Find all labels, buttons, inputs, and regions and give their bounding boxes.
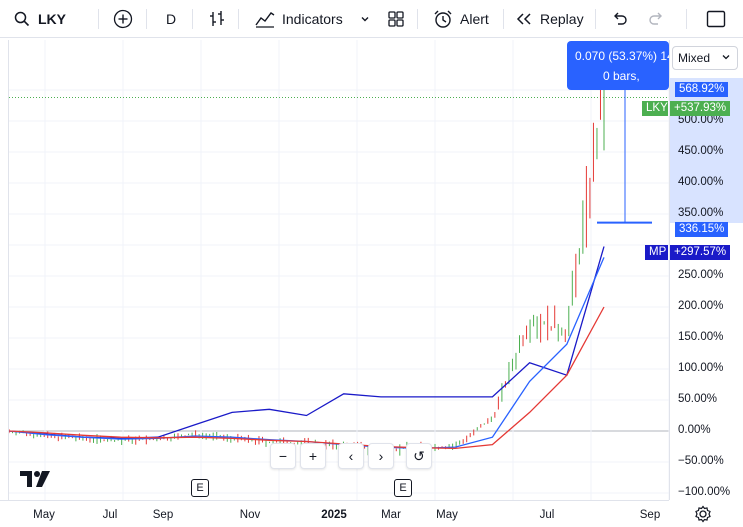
scale-mode-label: Mixed <box>678 51 711 65</box>
scroll-right-button[interactable]: › <box>368 443 394 469</box>
redo-button[interactable] <box>648 0 666 38</box>
bar-style-button[interactable] <box>207 0 227 38</box>
divider <box>98 9 99 29</box>
replay-label: Replay <box>540 11 584 27</box>
fullscreen-button[interactable] <box>706 0 726 38</box>
price-tick-label: 250.00% <box>678 269 724 281</box>
search-icon <box>14 11 30 27</box>
mp-symbol-tag: MP <box>645 245 668 260</box>
templates-button[interactable] <box>387 0 405 38</box>
time-tick-label: Jul <box>539 509 555 521</box>
chart-navigation: − + ‹ › ↺ <box>270 443 432 469</box>
scroll-left-button[interactable]: ‹ <box>338 443 364 469</box>
high-price-tag: 568.92% <box>675 82 729 97</box>
price-tick-label: 50.00% <box>678 393 718 405</box>
price-tick-label: 0.00% <box>678 424 711 436</box>
time-tick-label: Mar <box>381 509 401 521</box>
measure-base-tag: 336.15% <box>675 222 729 237</box>
divider <box>238 9 239 29</box>
earnings-mark[interactable]: E <box>394 479 412 497</box>
bar-style-icon <box>207 9 227 29</box>
price-tick-label: 400.00% <box>678 176 724 188</box>
zoom-out-button[interactable]: − <box>270 443 296 469</box>
series-mp-line <box>9 246 605 440</box>
plus-icon: + <box>308 448 318 464</box>
reset-icon: ↺ <box>413 447 425 464</box>
scale-mode-select[interactable]: Mixed <box>672 46 738 70</box>
measure-change-text: 0.070 (53.37%) 14 <box>575 49 669 63</box>
time-tick-label: May <box>33 509 55 521</box>
chevron-down-icon <box>721 51 731 65</box>
interval-button[interactable]: D <box>166 0 176 38</box>
divider <box>192 9 193 29</box>
minus-icon: − <box>278 448 288 464</box>
price-tick-label: 100.00% <box>678 362 724 374</box>
symbol-label: LKY <box>38 11 66 27</box>
add-symbol-button[interactable] <box>113 0 133 38</box>
time-tick-label: Sep <box>152 509 174 521</box>
lky-value-tag: +537.93% <box>670 101 731 116</box>
symbol-search[interactable]: LKY <box>14 0 66 38</box>
settings-gear-icon[interactable] <box>694 505 712 527</box>
measure-bars-text: 0 bars, <box>603 69 640 83</box>
chevron-down-icon <box>359 13 371 25</box>
measure-tooltip: 0.070 (53.37%) 14 0 bars, <box>567 41 669 90</box>
mp-value-tag: +297.57% <box>670 245 731 260</box>
chart-pane[interactable] <box>8 40 670 500</box>
indicators-icon <box>254 9 276 29</box>
add-symbol-icon <box>113 9 133 29</box>
price-tick-label: 200.00% <box>678 300 724 312</box>
price-tick-label: 350.00% <box>678 207 724 219</box>
scroll-right-icon: › <box>378 448 384 464</box>
alert-label: Alert <box>460 11 489 27</box>
indicators-button[interactable]: Indicators <box>254 0 343 38</box>
undo-icon <box>610 11 628 27</box>
undo-button[interactable] <box>610 0 628 38</box>
earnings-mark[interactable]: E <box>191 479 209 497</box>
time-tick-label: 2025 <box>321 509 347 521</box>
price-tick-label: 150.00% <box>678 331 724 343</box>
price-chart[interactable] <box>9 40 670 500</box>
replay-icon <box>514 11 534 27</box>
redo-icon <box>648 11 666 27</box>
scroll-left-icon: ‹ <box>348 448 354 464</box>
divider <box>417 9 418 29</box>
indicators-label: Indicators <box>282 11 343 27</box>
divider <box>503 9 504 29</box>
replay-button[interactable]: Replay <box>514 0 584 38</box>
series-line-2 <box>9 257 605 450</box>
time-tick-label: Sep <box>639 509 661 521</box>
top-toolbar: LKY D Indicators Alert Replay <box>0 0 743 38</box>
price-tick-label: −50.00% <box>678 455 724 467</box>
tradingview-logo-icon[interactable] <box>20 471 52 492</box>
reset-chart-button[interactable]: ↺ <box>406 443 432 469</box>
indicators-dropdown[interactable] <box>359 0 371 38</box>
fullscreen-icon <box>706 10 726 28</box>
price-tick-label: 450.00% <box>678 145 724 157</box>
alert-button[interactable]: Alert <box>432 0 489 38</box>
price-tick-label: −100.00% <box>678 486 731 498</box>
series-line-3 <box>9 306 605 450</box>
time-tick-label: Nov <box>239 509 261 521</box>
time-tick-label: Jul <box>102 509 118 521</box>
interval-label: D <box>166 11 177 27</box>
time-axis[interactable]: May Jul Sep Nov 2025 Mar May Jul Sep <box>0 500 669 527</box>
divider <box>146 9 147 29</box>
time-tick-label: May <box>436 509 458 521</box>
zoom-in-button[interactable]: + <box>300 443 326 469</box>
lky-symbol-tag: LKY <box>642 101 668 116</box>
alert-icon <box>432 9 454 29</box>
divider <box>595 9 596 29</box>
divider <box>686 9 687 29</box>
templates-icon <box>387 10 405 28</box>
